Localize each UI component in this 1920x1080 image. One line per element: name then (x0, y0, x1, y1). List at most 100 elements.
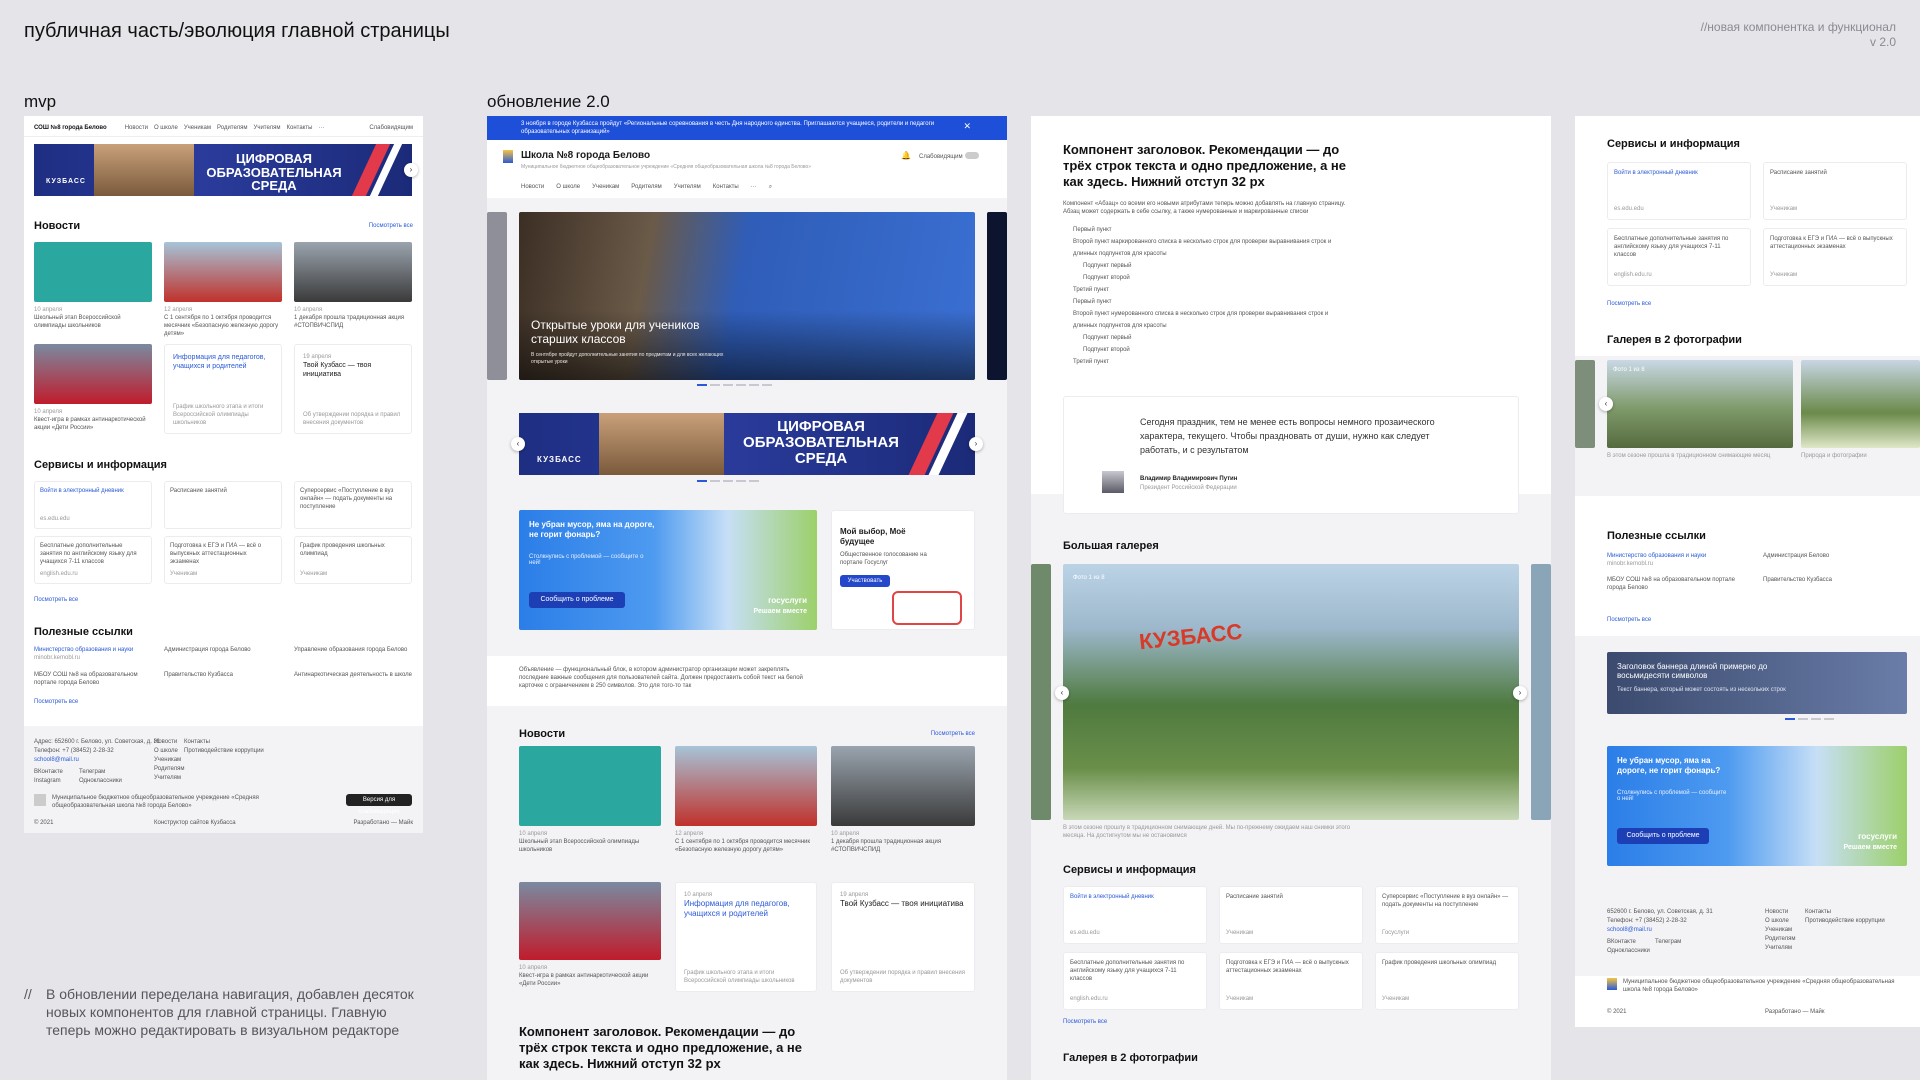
nav-more[interactable]: ··· (751, 183, 757, 191)
service-card[interactable]: Бесплатные дополнительные занятия по анг… (1063, 952, 1207, 1010)
service-card[interactable]: Расписание занятий Ученикам (1219, 886, 1363, 944)
mvp-nav-item[interactable]: Родителям (217, 124, 248, 132)
footer-menu-item[interactable]: Ученикам (1765, 926, 1792, 934)
school-name[interactable]: Школа №8 города Белово (521, 150, 650, 161)
gallery-prev-arrow[interactable]: ‹ (1055, 686, 1069, 700)
useful-link[interactable]: Администрация Белово (1763, 552, 1903, 560)
footer-email[interactable]: school8@mail.ru (1607, 926, 1652, 934)
news-item[interactable]: 10 апреля Квест-игра в рамках антинаркоти… (519, 964, 661, 988)
footer-menu-item[interactable]: Контакты (1805, 908, 1831, 916)
service-card[interactable]: Войти в электронный дневник es.edu.edu (34, 481, 152, 529)
news-card[interactable]: Информация для педагогов, учащихся и род… (164, 344, 282, 434)
links-all-link[interactable]: Посмотреть все (34, 698, 78, 706)
footer-social[interactable]: Одноклассники (79, 777, 122, 785)
hero-slide[interactable]: Открытые уроки для учеников старших клас… (519, 212, 975, 380)
useful-link[interactable]: Правительство Кузбасса (1763, 576, 1903, 584)
news-item[interactable]: 10 апреля 1 декабря прошла традиционная а… (831, 830, 975, 854)
mvp-banner[interactable]: КУЗБАСС ЦИФРОВАЯ ОБРАЗОВАТЕЛЬНАЯ СРЕДА (34, 144, 412, 196)
news-image[interactable] (294, 242, 412, 302)
gallery-prev-arrow[interactable]: ‹ (1599, 397, 1613, 411)
report-problem-button[interactable]: Сообщить о проблеме (1617, 828, 1709, 844)
accessibility-toggle[interactable] (965, 152, 979, 159)
footer-menu-item[interactable]: Противодействие коррупции (184, 747, 264, 755)
footer-menu-item[interactable]: Родителям (154, 765, 185, 773)
news-item[interactable]: 12 апреля С 1 сентября по 1 октября прово… (675, 830, 817, 854)
footer-social[interactable]: Телеграм (1655, 938, 1681, 946)
service-card[interactable]: Войти в электронный дневник es.edu.edu (1063, 886, 1207, 944)
vote-promo[interactable]: Мой выбор, Моё будущее Общественное голо… (831, 510, 975, 630)
mvp-nav-more[interactable]: ··· (318, 124, 324, 132)
nav-item[interactable]: О школе (556, 183, 580, 191)
news-image[interactable] (34, 344, 152, 404)
news-item[interactable]: 10 апреля Квест-игра в рамках антинаркоти… (34, 408, 152, 432)
news-image[interactable] (34, 242, 152, 302)
mvp-accessibility-link[interactable]: Слабовидящим (369, 124, 413, 132)
banner-next-arrow[interactable]: › (404, 163, 418, 177)
footer-menu-item[interactable]: Учителям (154, 774, 181, 782)
search-icon[interactable]: ⌕ (769, 183, 772, 191)
nav-item[interactable]: Ученикам (592, 183, 619, 191)
service-card[interactable]: Бесплатные дополнительные занятия по анг… (34, 536, 152, 584)
footer-menu-item[interactable]: Противодействие коррупции (1805, 917, 1885, 925)
footer-social[interactable]: Одноклассники (1607, 947, 1650, 955)
news-card[interactable]: 19 апреля Твой Кузбасс — твоя инициатива… (294, 344, 412, 434)
nav-item[interactable]: Контакты (713, 183, 739, 191)
mvp-nav-item[interactable]: Новости (125, 124, 148, 132)
news-image[interactable] (519, 882, 661, 960)
news-item[interactable]: 10 апреля Школьный этап Всероссийской оли… (519, 830, 661, 854)
service-card[interactable]: Войти в электронный дневник es.edu.edu (1607, 162, 1751, 220)
footer-menu-item[interactable]: О школе (154, 747, 178, 755)
useful-link[interactable]: Министерство образования и науки (34, 646, 152, 654)
service-card[interactable]: График проведения школьных олимпиад Учени… (1375, 952, 1519, 1010)
report-problem-button[interactable]: Сообщить о проблеме (529, 592, 625, 608)
footer-menu-item[interactable]: Новости (154, 738, 177, 746)
participate-button[interactable]: Участвовать (840, 575, 890, 587)
footer-email[interactable]: school8@mail.ru (34, 756, 79, 764)
services-all-link[interactable]: Посмотреть все (1063, 1018, 1107, 1026)
footer-social[interactable]: ВКонтакте (34, 768, 63, 776)
footer-social[interactable]: ВКонтакте (1607, 938, 1636, 946)
footer-menu-item[interactable]: Новости (1765, 908, 1788, 916)
update-banner[interactable]: КУЗБАСС ЦИФРОВАЯ ОБРАЗОВАТЕЛЬНАЯ СРЕДА (519, 413, 975, 475)
gallery-next-arrow[interactable]: › (1513, 686, 1527, 700)
banner-next-arrow[interactable]: › (969, 437, 983, 451)
footer-social[interactable]: Instagram (34, 777, 61, 785)
news-image[interactable] (675, 746, 817, 826)
links-all-link[interactable]: Посмотреть все (1607, 616, 1651, 624)
news-card[interactable]: 10 апреля Информация для педагогов, учащ… (675, 882, 817, 992)
mvp-nav-item[interactable]: Контакты (287, 124, 313, 132)
service-card[interactable]: Подготовка к ЕГЭ и ГИА — всё о выпускных… (1219, 952, 1363, 1010)
service-card[interactable]: График проведения школьных олимпиад Учени… (294, 536, 412, 584)
nav-item[interactable]: Новости (521, 183, 544, 191)
useful-link[interactable]: Антинаркотическая деятельность в школе (294, 671, 412, 679)
mvp-news-all-link[interactable]: Посмотреть все (369, 222, 413, 230)
useful-link[interactable]: Управление образования города Белово (294, 646, 412, 654)
gallery-slide[interactable]: КУЗБАСС Фото 1 из 8 (1063, 564, 1519, 820)
mvp-nav-item[interactable]: Ученикам (184, 124, 211, 132)
news-item[interactable]: 10 апреля Школьный этап Всероссийской оли… (34, 306, 152, 330)
nav-item[interactable]: Родителям (631, 183, 662, 191)
services-all-link[interactable]: Посмотреть все (1607, 300, 1651, 308)
news-image[interactable] (519, 746, 661, 826)
footer-menu-item[interactable]: О школе (1765, 917, 1789, 925)
useful-link[interactable]: Администрация города Белово (164, 646, 282, 654)
service-card[interactable]: Расписание занятий Ученикам (1763, 162, 1907, 220)
useful-link[interactable]: Министерство образования и науки (1607, 552, 1747, 560)
service-card[interactable]: Подготовка к ЕГЭ и ГИА — всё о выпускных… (164, 536, 282, 584)
news-card[interactable]: 19 апреля Твой Кузбасс — твоя инициатива… (831, 882, 975, 992)
news-all-link[interactable]: Посмотреть все (931, 730, 975, 738)
gallery-photo[interactable]: Фото 1 из 8 (1607, 360, 1793, 448)
footer-menu-item[interactable]: Ученикам (154, 756, 181, 764)
close-icon[interactable]: ✕ (963, 121, 971, 132)
accessibility-button[interactable]: Версия для слабовидящих (346, 794, 412, 815)
service-card[interactable]: Расписание занятий (164, 481, 282, 529)
news-item[interactable]: 10 апреля 1 декабря прошла традиционная а… (294, 306, 412, 330)
mvp-school-name[interactable]: СОШ №8 города Белово (34, 124, 107, 132)
news-image[interactable] (164, 242, 282, 302)
footer-menu-item[interactable]: Родителям (1765, 935, 1796, 943)
service-card[interactable]: Суперсервис «Поступление в вуз онлайн» —… (1375, 886, 1519, 944)
useful-link[interactable]: Правительство Кузбасса (164, 671, 282, 679)
footer-menu-item[interactable]: Учителям (1765, 944, 1792, 952)
service-card[interactable]: Подготовка к ЕГЭ и ГИА — всё о выпускных… (1763, 228, 1907, 286)
footer-social[interactable]: Телеграм (79, 768, 105, 776)
